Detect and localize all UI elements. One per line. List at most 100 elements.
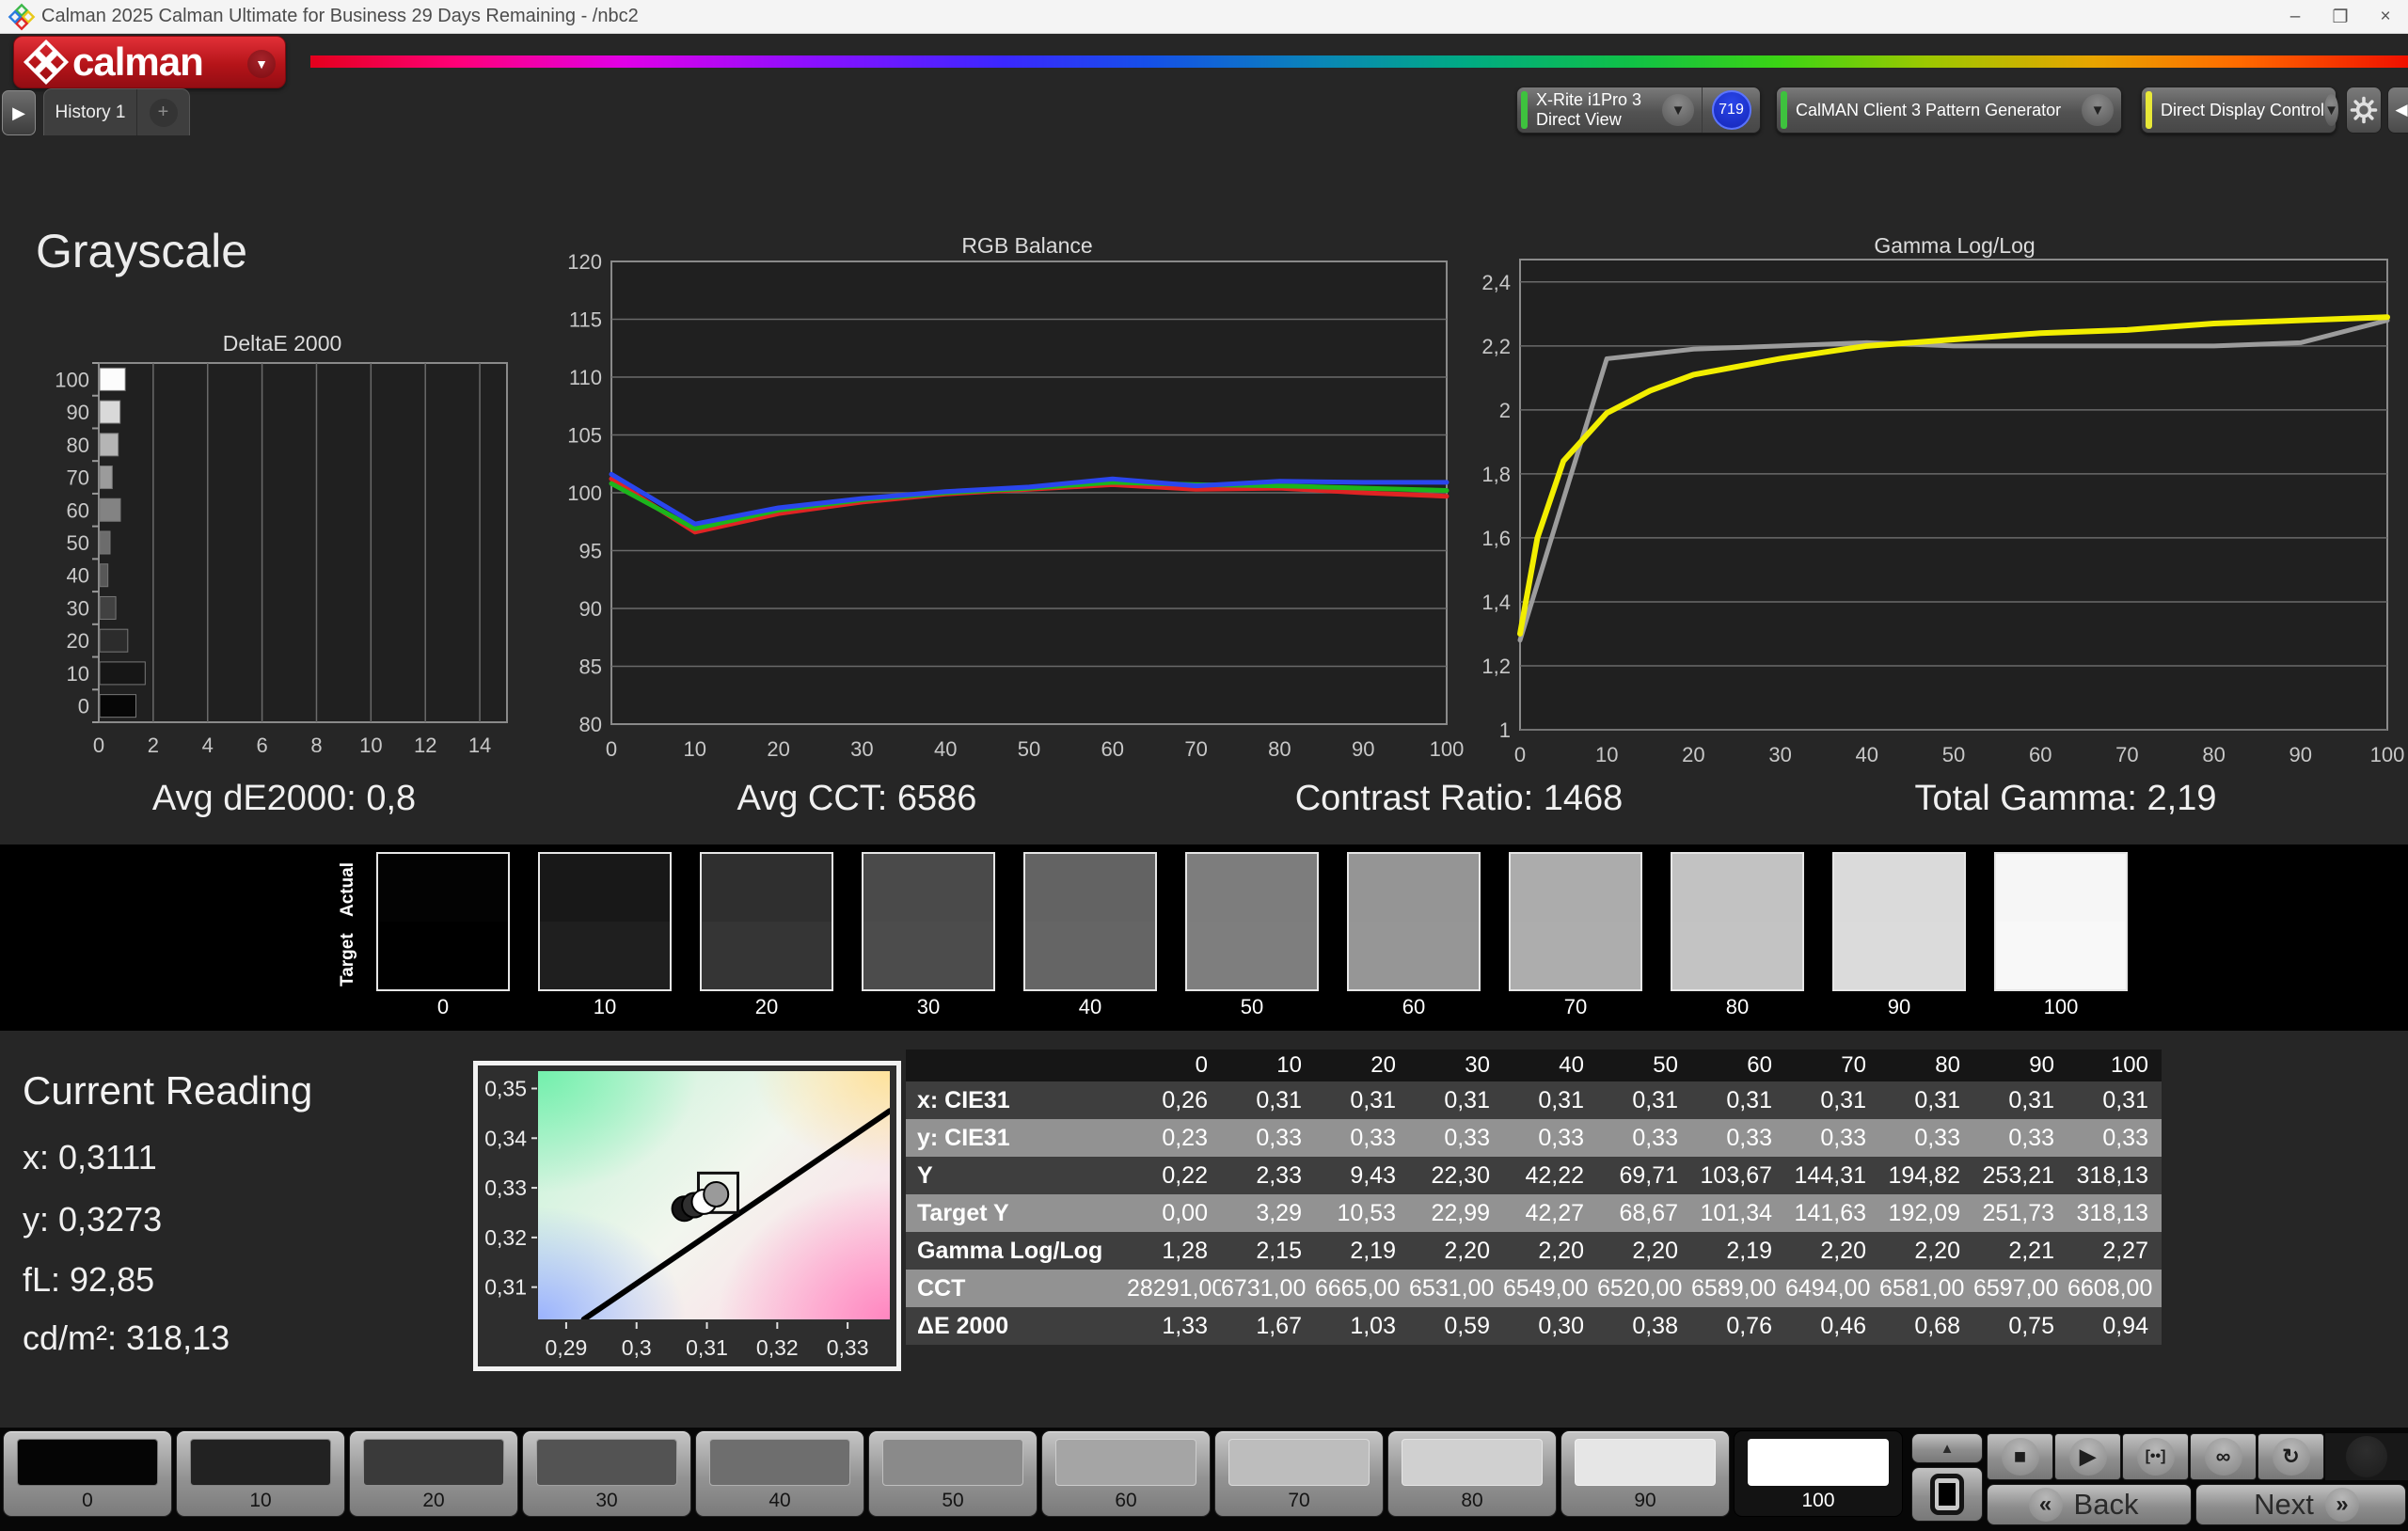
table-cell: 0,26	[1127, 1081, 1221, 1119]
grayscale-swatch-20	[700, 852, 833, 991]
svg-text:10: 10	[684, 737, 706, 761]
refresh-button[interactable]: ↻	[2258, 1433, 2324, 1480]
table-cell: 0,46	[1785, 1307, 1879, 1345]
add-tab-button[interactable]: +	[136, 89, 189, 135]
back-button[interactable]: « Back	[1987, 1484, 2192, 1525]
svg-text:20: 20	[1682, 743, 1704, 766]
stop-button[interactable]: ■	[1987, 1433, 2053, 1480]
table-cell: 0,33	[1409, 1119, 1503, 1157]
grayscale-swatch-60	[1347, 852, 1481, 991]
pattern-swatch	[1748, 1439, 1889, 1486]
pattern-level-label: 0	[82, 1490, 93, 1511]
pattern-level-button-10[interactable]: 10	[176, 1430, 345, 1517]
pattern-level-button-0[interactable]: 0	[3, 1430, 172, 1517]
pattern-level-button-50[interactable]: 50	[868, 1430, 1038, 1517]
pattern-up-button[interactable]: ▲	[1911, 1433, 1983, 1463]
chevron-down-icon[interactable]: ▼	[1662, 94, 1694, 126]
strip-actual-label: Actual	[338, 861, 357, 917]
table-col-header: 30	[1409, 1050, 1503, 1081]
pattern-level-button-40[interactable]: 40	[695, 1430, 864, 1517]
restore-icon[interactable]: ❐	[2318, 0, 2363, 34]
display-control-label: Direct Display Control	[2161, 100, 2325, 119]
table-cell: 2,20	[1597, 1232, 1691, 1270]
table-header-row: 0 10 20 30 40 50 60 70 80 90 100	[906, 1050, 2162, 1081]
table-cell: 192,09	[1879, 1194, 1973, 1232]
cie-chart-frame: 0,35 0,34 0,33 0,32 0,31 0,29 0,3 0,31 0,32 0,33	[473, 1061, 901, 1371]
meter-mode: Direct View	[1536, 110, 1622, 129]
calman-app: Calman 2025 Calman Ultimate for Business…	[0, 0, 2408, 1531]
next-button[interactable]: Next »	[2195, 1484, 2406, 1525]
calman-logo-icon	[8, 3, 36, 30]
inactive-indicator	[2325, 1433, 2408, 1480]
next-label: Next	[2254, 1488, 2314, 1521]
table-row-label: Gamma Log/Log	[906, 1232, 1127, 1270]
svg-text:10: 10	[359, 734, 382, 757]
stat-avg-de2000: Avg dE2000: 0,8	[151, 779, 417, 818]
stat-total-gamma: Total Gamma: 2,19	[1914, 779, 2217, 818]
svg-text:80: 80	[579, 713, 602, 736]
table-corner-cell	[906, 1050, 1127, 1081]
calman-menu-button[interactable]: calman ▼	[13, 36, 286, 88]
swatch-level-label: 50	[1240, 995, 1264, 1018]
swatch-level-label: 0	[436, 995, 450, 1018]
svg-text:80: 80	[2202, 743, 2225, 766]
table-cell: 0,38	[1597, 1307, 1691, 1345]
table-cell: 0,33	[1503, 1119, 1597, 1157]
minimize-icon[interactable]: –	[2273, 0, 2318, 34]
table-cell: 0,94	[2067, 1307, 2162, 1345]
table-row-label: CCT	[906, 1270, 1127, 1307]
pattern-level-button-60[interactable]: 60	[1041, 1430, 1211, 1517]
svg-text:85: 85	[579, 655, 602, 679]
step-measure-button[interactable]: [••]	[2122, 1433, 2189, 1480]
collapse-panel-button[interactable]: ◀	[2387, 87, 2408, 134]
table-cell: 6531,00	[1409, 1270, 1503, 1307]
svg-text:12: 12	[414, 734, 436, 757]
svg-text:2,4: 2,4	[1481, 271, 1511, 294]
svg-text:0,29: 0,29	[546, 1335, 588, 1360]
swatch-level-label: 10	[593, 995, 617, 1018]
swatch-target	[702, 922, 832, 989]
play-button[interactable]: ▶	[2054, 1433, 2121, 1480]
svg-text:0,31: 0,31	[484, 1275, 527, 1300]
brand-dropdown-icon[interactable]: ▼	[247, 50, 276, 78]
continuous-measure-button[interactable]: ∞	[2190, 1433, 2257, 1480]
settings-button[interactable]	[2346, 87, 2382, 134]
table-cell: 6549,00	[1503, 1270, 1597, 1307]
table-cell: 68,67	[1597, 1194, 1691, 1232]
grayscale-swatch-0	[376, 852, 510, 991]
pattern-window-button[interactable]	[1911, 1467, 1983, 1522]
brand-wordmark: calman	[72, 39, 204, 84]
cie-chart: 0,35 0,34 0,33 0,32 0,31 0,29 0,3 0,31 0,32 0,33	[478, 1065, 896, 1366]
svg-text:90: 90	[579, 597, 602, 621]
close-icon[interactable]: ×	[2363, 0, 2408, 34]
pattern-generator-dropdown[interactable]: CalMAN Client 3 Pattern Generator ▼	[1776, 87, 2122, 134]
tab-history-1[interactable]: History 1	[44, 89, 136, 135]
expand-panel-button[interactable]: ▶	[2, 90, 36, 135]
pattern-level-button-100[interactable]: 100	[1734, 1430, 1903, 1517]
svg-text:80: 80	[67, 434, 89, 457]
deltae-chart-title: DeltaE 2000	[222, 331, 342, 355]
pattern-level-button-90[interactable]: 90	[1560, 1430, 1730, 1517]
pattern-level-button-80[interactable]: 80	[1387, 1430, 1557, 1517]
grayscale-swatch-10	[538, 852, 672, 991]
meter-status-stripe	[1521, 91, 1528, 129]
display-control-dropdown[interactable]: Direct Display Control ▼	[2141, 87, 2338, 134]
pattern-level-button-30[interactable]: 30	[522, 1430, 691, 1517]
table-cell: 0,33	[1315, 1119, 1409, 1157]
table-cell: 9,43	[1315, 1157, 1409, 1194]
table-cell: 0,31	[1409, 1081, 1503, 1119]
pattern-level-button-70[interactable]: 70	[1214, 1430, 1384, 1517]
pattern-level-button-20[interactable]: 20	[349, 1430, 518, 1517]
svg-text:110: 110	[569, 366, 602, 389]
table-col-header: 100	[2067, 1050, 2162, 1081]
table-cell: 0,33	[1879, 1119, 1973, 1157]
swatch-target	[1834, 922, 1964, 989]
svg-text:20: 20	[767, 737, 789, 761]
svg-text:100: 100	[567, 481, 602, 505]
chevron-down-icon[interactable]: ▼	[2324, 94, 2338, 126]
meter-dropdown[interactable]: X-Rite i1Pro 3 Direct View ▼ 719	[1516, 87, 1761, 134]
swatch-target	[1511, 922, 1640, 989]
swatch-target	[378, 922, 508, 989]
table-cell: 0,31	[1315, 1081, 1409, 1119]
chevron-down-icon[interactable]: ▼	[2082, 94, 2114, 126]
